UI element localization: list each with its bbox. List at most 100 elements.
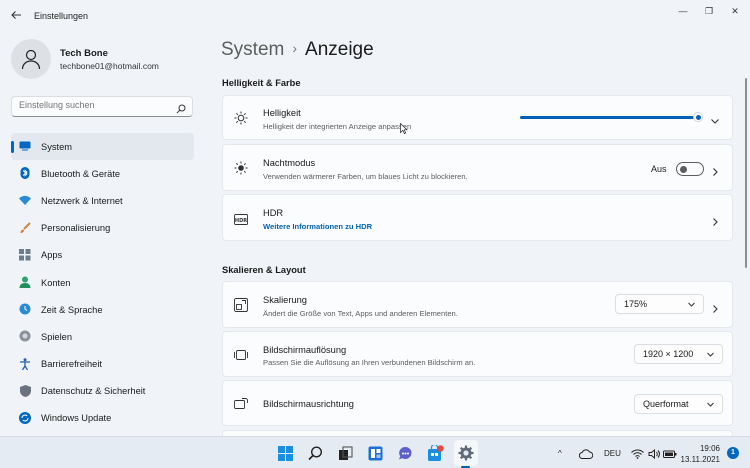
sidebar-item-gaming[interactable]: Spielen <box>11 323 194 350</box>
resolution-dropdown[interactable]: 1920 × 1200 <box>634 344 723 364</box>
shield-icon <box>19 384 31 397</box>
sidebar-item-personalisation[interactable]: Personalisierung <box>11 215 194 242</box>
hdr-card[interactable]: HDR HDR Weitere Informationen zu HDR <box>222 194 733 241</box>
user-name: Tech Bone <box>60 48 108 59</box>
monitor-icon <box>19 140 31 152</box>
scale-icon <box>234 298 248 312</box>
sun-icon <box>234 111 248 125</box>
store-icon[interactable] <box>426 444 444 462</box>
wifi-tray-icon[interactable] <box>628 445 646 463</box>
scaling-title: Skalierung <box>263 295 307 305</box>
search-icon[interactable] <box>306 444 324 462</box>
sidebar-item-label: Datenschutz & Sicherheit <box>41 386 146 397</box>
windows-start-icon[interactable] <box>276 444 294 462</box>
brightness-title: Helligkeit <box>263 108 301 118</box>
settings-window: Einstellungen — ❐ ✕ Tech Bone techbone01… <box>0 0 750 436</box>
chevron-down-icon <box>706 350 715 359</box>
maximize-button[interactable]: ❐ <box>698 4 720 18</box>
task-view-icon[interactable] <box>336 444 354 462</box>
user-email: techbone01@hotmail.com <box>60 61 159 71</box>
brightness-slider-thumb[interactable] <box>693 112 703 122</box>
breadcrumb: System › Anzeige <box>221 39 374 61</box>
chevron-right-icon[interactable] <box>710 301 720 313</box>
orientation-title: Bildschirmausrichtung <box>263 399 354 409</box>
brightness-subtitle: Helligkeit der integrierten Anzeige anpa… <box>263 122 412 131</box>
sidebar-item-label: Windows Update <box>41 413 112 424</box>
person-icon <box>19 276 31 288</box>
sidebar-item-label: Apps <box>41 250 63 261</box>
scaling-card[interactable]: Skalierung Ändert die Größe von Text, Ap… <box>222 281 733 328</box>
notification-badge[interactable]: 1 <box>727 447 739 459</box>
window-title: Einstellungen <box>34 11 89 21</box>
sidebar-item-label: Netzwerk & Internet <box>41 195 123 206</box>
minimize-button[interactable]: — <box>672 4 694 18</box>
language-indicator[interactable]: DEU <box>604 449 621 458</box>
battery-icon[interactable] <box>661 445 679 463</box>
orientation-dropdown[interactable]: Querformat <box>634 394 723 414</box>
hdr-info-link[interactable]: Weitere Informationen zu HDR <box>263 222 372 231</box>
avatar[interactable] <box>11 39 51 79</box>
search-icon[interactable] <box>176 101 186 119</box>
section-heading-brightness-color: Helligkeit & Farbe <box>222 78 301 88</box>
chevron-down-icon[interactable] <box>710 113 720 124</box>
scaling-dropdown[interactable]: 175% <box>615 294 704 314</box>
widgets-icon[interactable] <box>366 444 384 462</box>
wifi-icon <box>19 194 31 206</box>
resolution-card[interactable]: Bildschirmauflösung Passen Sie die Auflö… <box>222 331 733 377</box>
title-bar: Einstellungen — ❐ ✕ <box>0 0 750 32</box>
brightness-card[interactable]: Helligkeit Helligkeit der integrierten A… <box>222 95 733 140</box>
update-icon <box>19 411 31 424</box>
night-sun-icon <box>234 161 248 175</box>
hdr-title: HDR <box>263 208 284 218</box>
chevron-down-icon <box>687 300 696 309</box>
breadcrumb-parent[interactable]: System <box>221 39 284 60</box>
brightness-slider[interactable] <box>520 116 699 119</box>
resolution-title: Bildschirmauflösung <box>263 345 347 355</box>
sidebar-item-label: Spielen <box>41 331 73 342</box>
back-arrow-icon[interactable] <box>10 9 24 23</box>
sidebar-item-accounts[interactable]: Konten <box>11 269 194 296</box>
orientation-card[interactable]: Bildschirmausrichtung Querformat <box>222 380 733 426</box>
nightmode-subtitle: Verwenden wärmerer Farben, um blaues Lic… <box>263 172 468 181</box>
search-input[interactable] <box>19 100 169 110</box>
mouse-cursor-icon <box>400 121 408 134</box>
teams-chat-icon[interactable] <box>396 444 414 462</box>
sidebar-item-label: Zeit & Sprache <box>41 304 103 315</box>
onedrive-cloud-icon[interactable] <box>577 445 595 463</box>
scaling-subtitle: Ändert die Größe von Text, Apps und ande… <box>263 309 458 318</box>
person-icon <box>21 49 41 70</box>
sidebar-item-apps[interactable]: Apps <box>11 242 194 269</box>
sidebar-item-accessibility[interactable]: Barrierefreiheit <box>11 351 194 378</box>
hdr-icon: HDR <box>234 212 248 226</box>
chevron-right-icon[interactable] <box>710 164 720 176</box>
resolution-dropdown-value: 1920 × 1200 <box>643 349 694 359</box>
sidebar-item-time-language[interactable]: Zeit & Sprache <box>11 296 194 323</box>
sidebar-item-system[interactable]: System <box>11 133 194 161</box>
sidebar-item-bluetooth[interactable]: Bluetooth & Geräte <box>11 160 194 187</box>
sidebar-item-label: System <box>41 141 72 152</box>
nightmode-toggle-label: Aus <box>651 164 667 174</box>
search-box[interactable] <box>11 96 193 117</box>
settings-icon[interactable] <box>457 444 475 462</box>
resolution-subtitle: Passen Sie die Auflösung an Ihren verbun… <box>263 358 476 367</box>
sidebar-item-privacy[interactable]: Datenschutz & Sicherheit <box>11 378 194 405</box>
nightmode-toggle[interactable] <box>676 162 704 176</box>
orientation-dropdown-value: Querformat <box>643 399 689 409</box>
clock-date: 13.11.2021 <box>680 455 720 464</box>
svg-text:HDR: HDR <box>235 218 247 224</box>
sidebar-item-label: Barrierefreiheit <box>41 359 102 370</box>
sidebar-item-label: Konten <box>41 277 71 288</box>
resolution-icon <box>234 348 248 362</box>
nightmode-card[interactable]: Nachtmodus Verwenden wärmerer Farben, um… <box>222 144 733 191</box>
sidebar-item-network[interactable]: Netzwerk & Internet <box>11 187 194 214</box>
clock[interactable]: 19:06 13.11.2021 <box>681 443 720 465</box>
tray-chevron-up-icon[interactable]: ^ <box>558 449 562 458</box>
orientation-icon <box>234 397 248 411</box>
sidebar-item-windows-update[interactable]: Windows Update <box>11 405 194 432</box>
sidebar-item-label: Personalisierung <box>41 223 111 234</box>
chevron-right-icon[interactable] <box>710 214 720 226</box>
chevron-down-icon <box>706 400 715 409</box>
scrollbar[interactable] <box>745 78 747 268</box>
close-button[interactable]: ✕ <box>724 4 746 18</box>
gamepad-icon <box>19 330 31 342</box>
